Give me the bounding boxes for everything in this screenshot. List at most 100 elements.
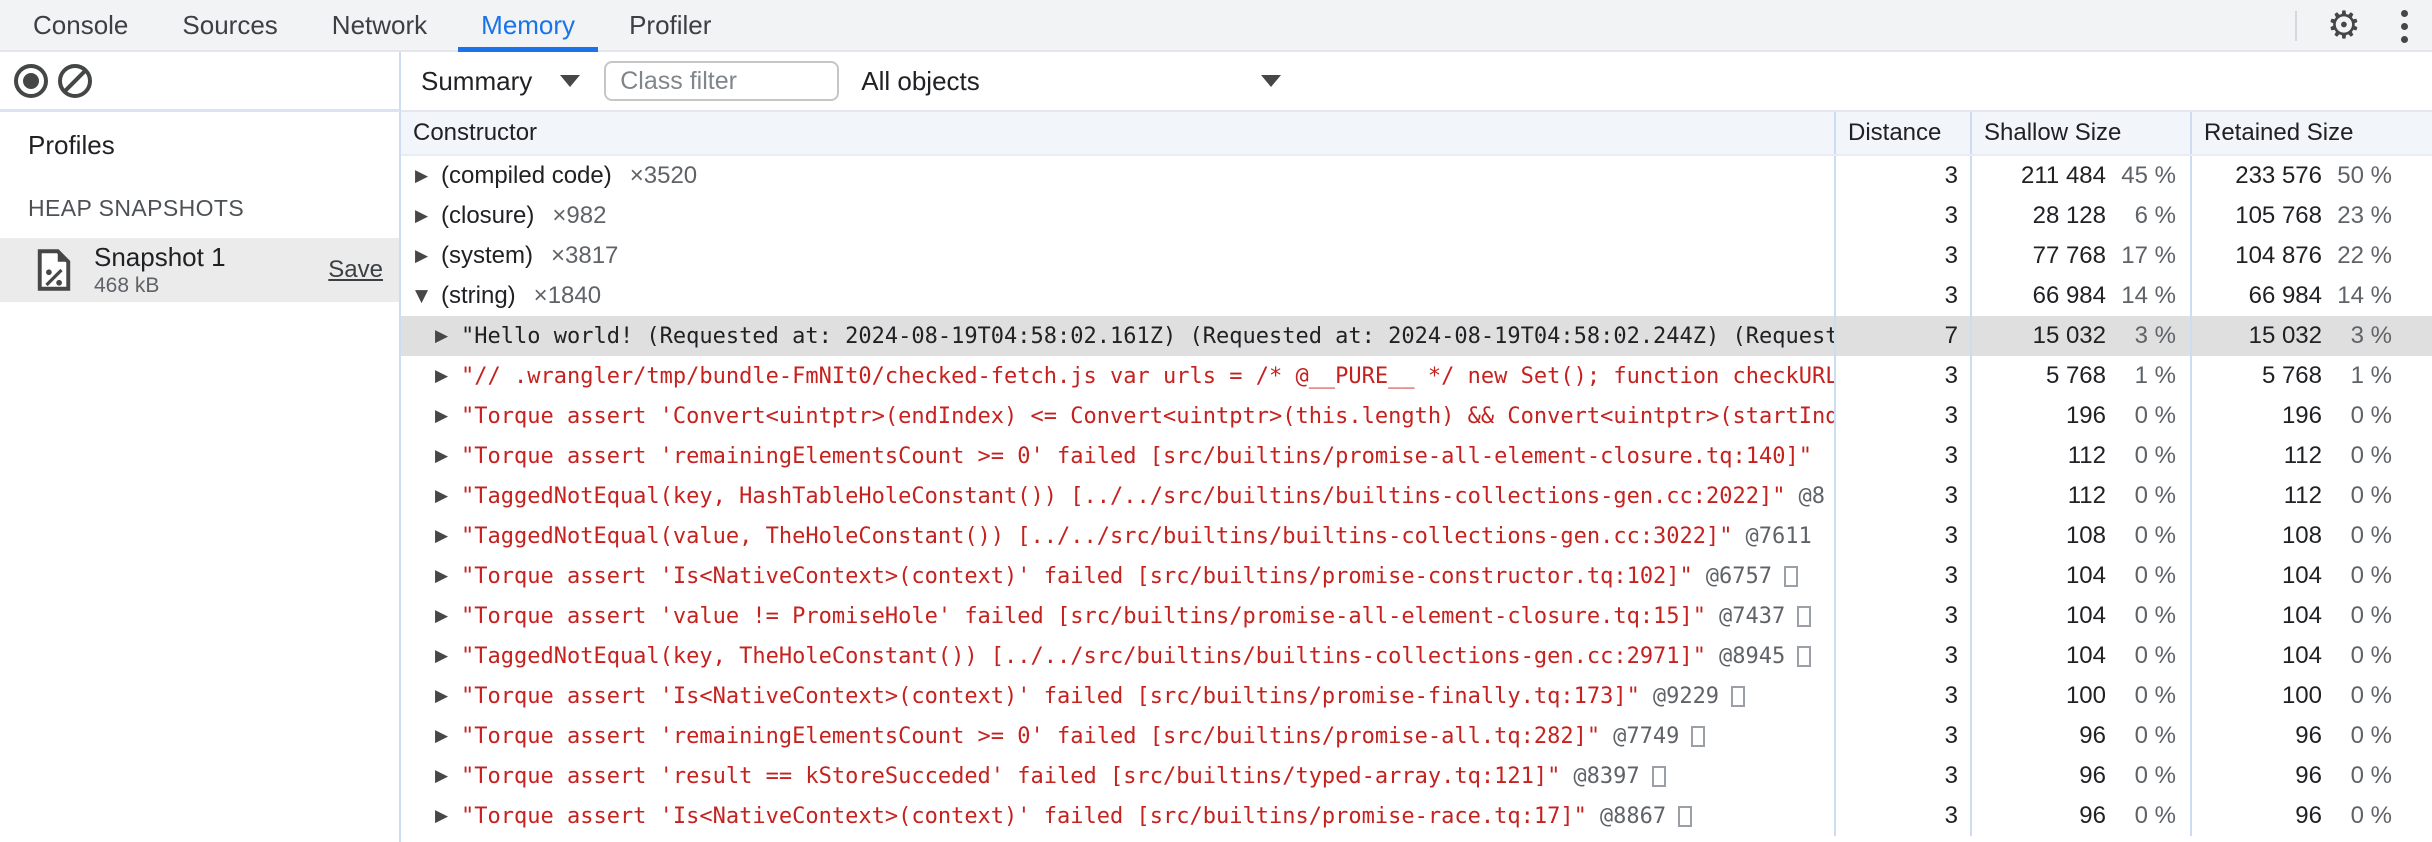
constructor-cell: ▶ "TaggedNotEqual(key, TheHoleConstant())… [401,636,1834,676]
shallow-size-percent: 0 % [2134,522,2176,549]
column-header-constructor[interactable]: Constructor [401,112,1834,154]
expander-collapsed-icon[interactable]: ▶ [435,326,461,346]
retained-size-value: 104 [2281,602,2322,629]
table-row[interactable]: ▶ "Torque assert 'Is<NativeContext>(conte… [401,676,2432,716]
expander-collapsed-icon[interactable]: ▶ [435,446,461,466]
expander-collapsed-icon[interactable]: ▶ [415,206,441,226]
object-id: @8945 [1719,643,1786,669]
object-id: @7437 [1719,603,1786,629]
table-row[interactable]: ▶ "Torque assert 'Is<NativeContext>(conte… [401,556,2432,596]
expander-collapsed-icon[interactable]: ▶ [415,246,441,266]
table-row[interactable]: ▶ "TaggedNotEqual(value, TheHoleConstant(… [401,516,2432,556]
retained-size-value: 108 [2281,522,2322,549]
shallow-size-value: 108 [2065,522,2106,549]
profiles-heading: Profiles [28,130,115,160]
string-value: "Torque assert 'result == kStoreSucceded… [461,763,1561,789]
table-row[interactable]: ▶ "Torque assert 'Is<NativeContext>(conte… [401,796,2432,836]
heap-snapshot-grid: Constructor Distance Shallow Size Retain… [401,112,2432,842]
expander-collapsed-icon[interactable]: ▶ [435,566,461,586]
string-value: "Torque assert 'value != PromiseHole' fa… [461,603,1707,629]
string-value: "Torque assert 'remainingElementsCount >… [461,443,1813,469]
expander-collapsed-icon[interactable]: ▶ [435,606,461,626]
table-row[interactable]: ▶ (compiled code) ×3520 3 211 484 45 % 233 576… [401,156,2432,196]
save-link[interactable]: Save [328,256,383,284]
constructor-cell: ▶ "Torque assert 'remainingElementsCount … [401,436,1834,476]
retained-size-value: 96 [2295,802,2322,829]
string-value: "TaggedNotEqual(key, HashTableHoleConsta… [461,483,1786,509]
retained-size-cell: 112 0 % [2190,436,2432,476]
tab-network[interactable]: Network [305,0,454,50]
expander-collapsed-icon[interactable]: ▶ [435,686,461,706]
retained-size-cell: 96 0 % [2190,756,2432,796]
column-header-distance[interactable]: Distance [1834,112,1970,154]
distance-value: 3 [1834,196,1970,236]
tab-console[interactable]: Console [6,0,155,50]
expander-collapsed-icon[interactable]: ▶ [415,166,441,186]
expander-collapsed-icon[interactable]: ▶ [435,406,461,426]
table-row[interactable]: ▶ (closure) ×982 3 28 128 6 % 105 768 23 % [401,196,2432,236]
tab-memory[interactable]: Memory [454,0,602,52]
shallow-size-percent: 6 % [2134,202,2176,229]
table-row[interactable]: ▶ "Hello world! (Requested at: 2024-08-19… [401,316,2432,356]
table-row[interactable]: ▶ "Torque assert 'remainingElementsCount … [401,716,2432,756]
shallow-size-cell: 5 768 1 % [1970,356,2190,396]
table-row[interactable]: ▶ "Torque assert 'result == kStoreSuccede… [401,756,2432,796]
retained-size-value: 96 [2295,762,2322,789]
constructor-cell: ▶ (closure) ×982 [401,196,1834,236]
table-row[interactable]: ▼ (string) ×1840 3 66 984 14 % 66 984 14 % [401,276,2432,316]
constructor-cell: ▶ "// .wrangler/tmp/bundle-FmNIt0/checked… [401,356,1834,396]
constructor-cell: ▶ "Torque assert 'Is<NativeContext>(conte… [401,796,1834,836]
retained-size-cell: 104 0 % [2190,636,2432,676]
expander-collapsed-icon[interactable]: ▶ [435,366,461,386]
tab-sources[interactable]: Sources [155,0,304,50]
retained-size-cell: 104 0 % [2190,556,2432,596]
tab-profiler[interactable]: Profiler [602,0,738,50]
sidebar-item-snapshot-1[interactable]: Snapshot 1 468 kB Save [0,238,399,302]
table-row[interactable]: ▶ "TaggedNotEqual(key, HashTableHoleConst… [401,476,2432,516]
distance-value: 3 [1834,436,1970,476]
shallow-size-value: 211 484 [2021,162,2106,189]
clear-profiles-icon[interactable] [58,63,92,98]
string-value: "Torque assert 'remainingElementsCount >… [461,723,1601,749]
shallow-size-percent: 14 % [2121,282,2176,309]
devtools-tabbar: Console Sources Network Memory Profiler … [0,0,2432,52]
table-row[interactable]: ▶ (system) ×3817 3 77 768 17 % 104 876 22 % [401,236,2432,276]
expander-collapsed-icon[interactable]: ▶ [435,526,461,546]
retained-size-percent: 0 % [2350,802,2392,829]
retained-size-cell: 15 032 3 % [2190,316,2432,356]
heap-snapshot-toolbar: Summary All objects [401,52,2432,112]
table-row[interactable]: ▶ "TaggedNotEqual(key, TheHoleConstant())… [401,636,2432,676]
expander-collapsed-icon[interactable]: ▶ [435,726,461,746]
expander-expanded-icon[interactable]: ▼ [415,286,441,306]
expander-collapsed-icon[interactable]: ▶ [435,486,461,506]
string-value: "Torque assert 'Is<NativeContext>(contex… [461,563,1693,589]
constructor-cell: ▶ "Torque assert 'Convert<uintptr>(endInd… [401,396,1834,436]
record-heap-snapshot-icon[interactable] [14,63,48,98]
string-value: "// .wrangler/tmp/bundle-FmNIt0/checked-… [461,363,1834,389]
class-filter-input[interactable] [604,61,840,101]
table-row[interactable]: ▶ "// .wrangler/tmp/bundle-FmNIt0/checked… [401,356,2432,396]
expander-collapsed-icon[interactable]: ▶ [435,766,461,786]
distance-value: 3 [1834,516,1970,556]
shallow-size-value: 112 [2067,442,2106,469]
distance-value: 3 [1834,396,1970,436]
table-row[interactable]: ▶ "Torque assert 'value != PromiseHole' f… [401,596,2432,636]
more-options-icon[interactable] [2391,6,2418,47]
perspective-select[interactable]: Summary [421,65,581,97]
settings-gear-icon[interactable]: ⚙ [2327,7,2361,45]
column-header-retained-size[interactable]: Retained Size [2190,112,2432,154]
perspective-value: Summary [421,65,533,96]
table-row[interactable]: ▶ "Torque assert 'Convert<uintptr>(endInd… [401,396,2432,436]
column-header-shallow-size[interactable]: Shallow Size [1970,112,2190,154]
expander-collapsed-icon[interactable]: ▶ [435,646,461,666]
shallow-size-value: 112 [2067,482,2106,509]
snapshot-text: Snapshot 1 468 kB [94,243,226,298]
shallow-size-percent: 0 % [2134,402,2176,429]
shallow-size-cell: 100 0 % [1970,676,2190,716]
objects-scope-select[interactable]: All objects [861,66,1282,97]
retained-size-cell: 233 576 50 % [2190,156,2432,196]
expander-collapsed-icon[interactable]: ▶ [435,806,461,826]
object-preview-box-icon [1651,765,1666,787]
table-row[interactable]: ▶ "Torque assert 'remainingElementsCount … [401,436,2432,476]
instance-count: ×982 [552,202,607,229]
